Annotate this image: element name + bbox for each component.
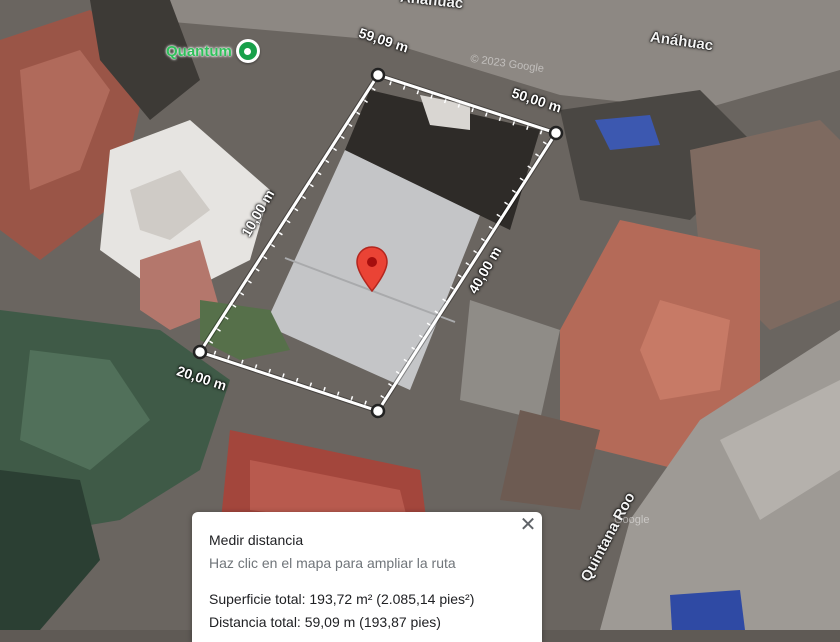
measure-vertex-icon[interactable] [370,403,386,419]
total-distance: Distancia total: 59,09 m (193,87 pies) [209,614,441,630]
close-icon[interactable]: ✕ [518,515,538,536]
measure-outline-shadow [196,72,560,414]
google-watermark: Google [614,514,650,526]
poi-quantum[interactable]: Quantum [166,38,260,64]
card-hint: Haz clic en el mapa para ampliar la ruta [209,555,456,571]
measure-outline [197,73,559,413]
measure-vertex-icon[interactable] [370,67,386,83]
card-title: Medir distancia [209,532,304,548]
red-location-pin-icon[interactable] [356,246,388,292]
measure-vertex-icon[interactable] [548,125,564,141]
place-marker-icon[interactable] [235,39,260,63]
poi-label: Quantum [166,42,232,60]
measure-distance-card: ✕ Medir distancia Haz clic en el mapa pa… [192,512,542,642]
total-area: Superficie total: 193,72 m² (2.085,14 pi… [209,591,475,607]
measure-ruler-ticks [207,79,549,407]
measure-vertex-icon[interactable] [192,344,208,360]
